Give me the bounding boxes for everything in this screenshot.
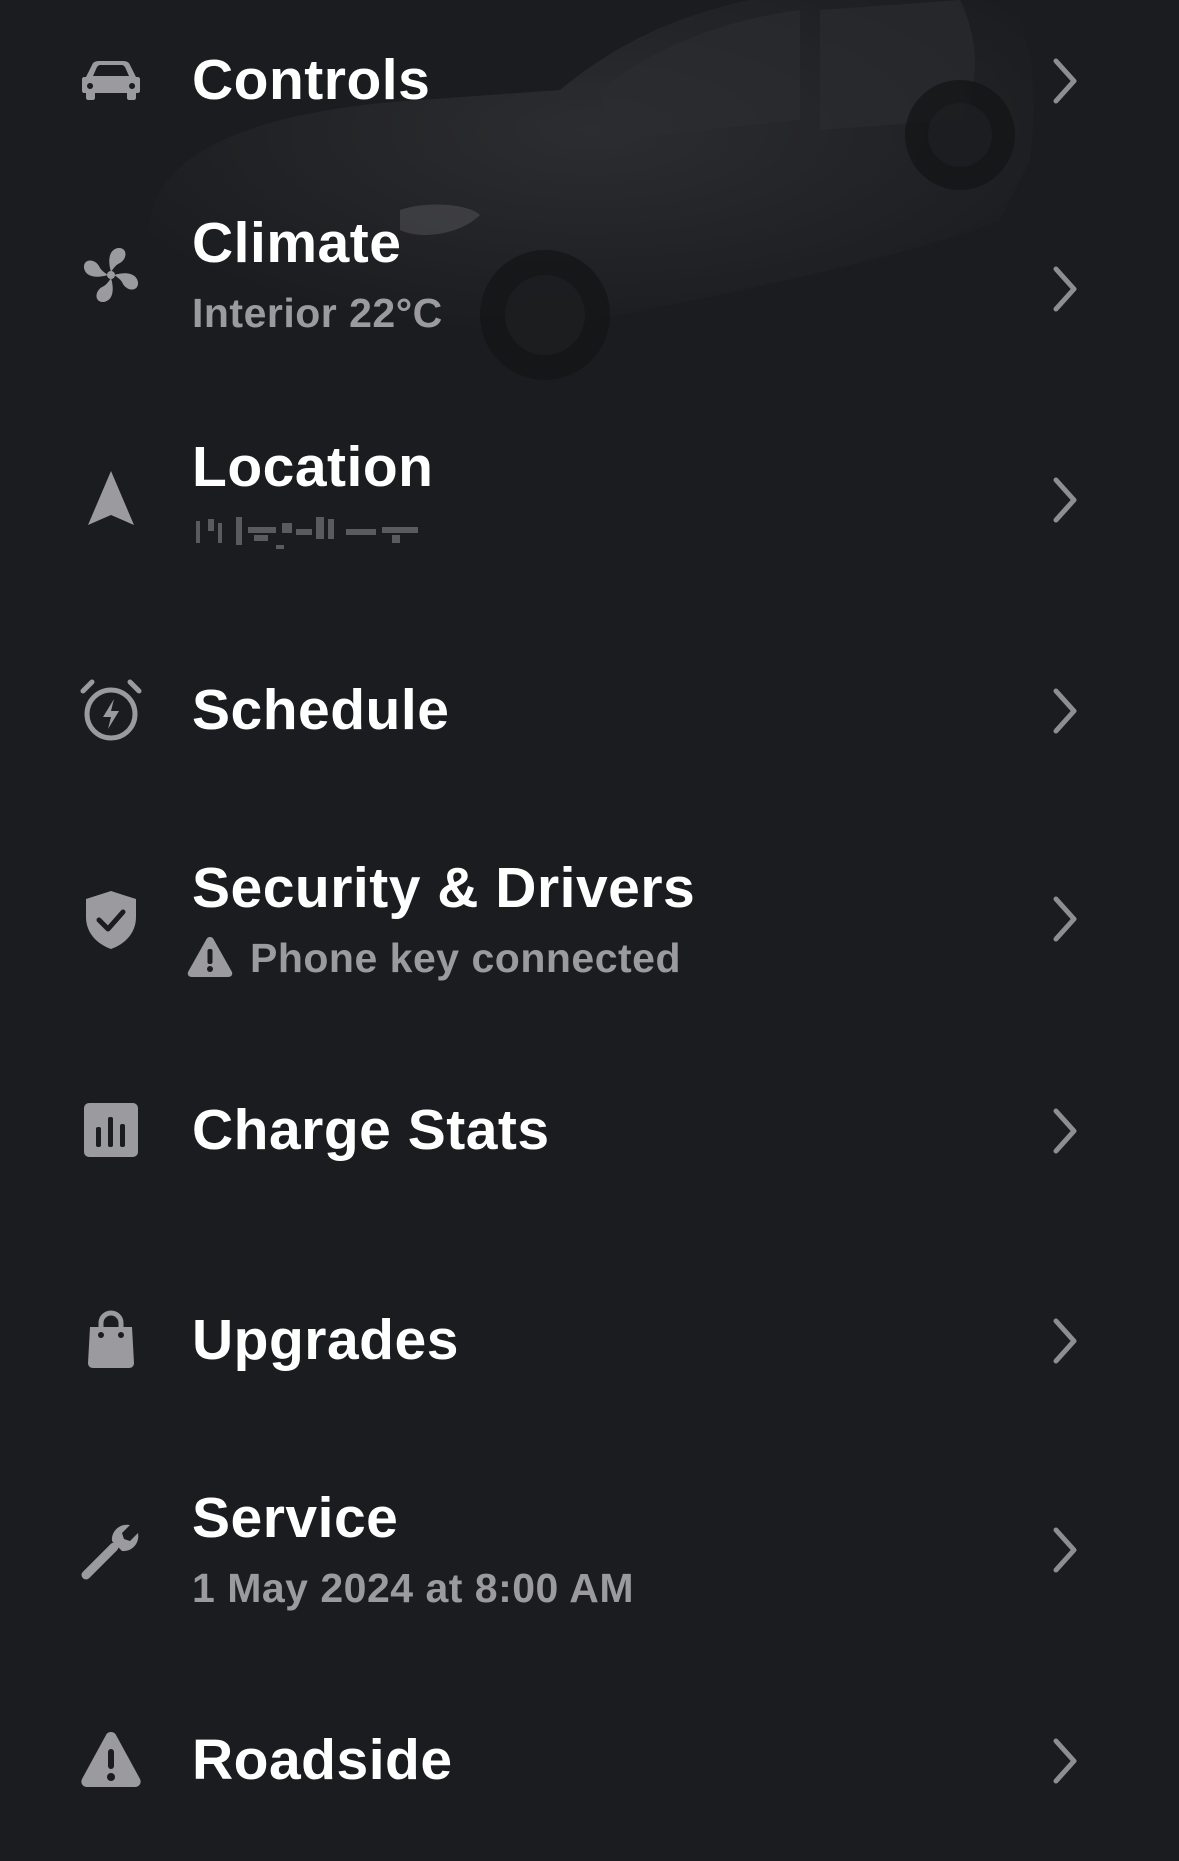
vehicle-menu-screen: Controls Climate Interior 22°C Location … <box>0 0 1179 1861</box>
alarm-clock-bolt-icon <box>78 677 144 743</box>
chevron-right-icon <box>1046 264 1086 314</box>
bar-chart-icon <box>78 1097 144 1163</box>
menu-item-upgrades[interactable]: Upgrades <box>0 1300 1179 1380</box>
location-title: Location <box>192 435 434 499</box>
chevron-right-icon <box>1046 1525 1086 1575</box>
chevron-right-icon <box>1046 686 1086 736</box>
shield-check-icon <box>78 887 144 953</box>
roadside-title: Roadside <box>192 1728 453 1792</box>
service-subtitle: 1 May 2024 at 8:00 AM <box>192 1565 634 1611</box>
climate-title: Climate <box>192 211 402 275</box>
menu-item-schedule[interactable]: Schedule <box>0 670 1179 750</box>
navigation-arrow-icon <box>78 467 144 533</box>
chevron-right-icon <box>1046 1316 1086 1366</box>
car-icon <box>78 47 144 113</box>
warning-icon <box>187 937 233 977</box>
fan-icon <box>78 242 144 308</box>
menu-item-roadside[interactable]: Roadside <box>0 1720 1179 1800</box>
menu-item-security-drivers[interactable]: Security & Drivers Phone key connected <box>0 850 1179 990</box>
climate-subtitle: Interior 22°C <box>192 290 443 336</box>
controls-title: Controls <box>192 48 431 112</box>
chevron-right-icon <box>1046 894 1086 944</box>
menu-item-service[interactable]: Service 1 May 2024 at 8:00 AM <box>0 1480 1179 1620</box>
menu-item-controls[interactable]: Controls <box>0 40 1179 120</box>
chevron-right-icon <box>1046 1736 1086 1786</box>
chevron-right-icon <box>1046 475 1086 525</box>
warning-triangle-icon <box>78 1727 144 1793</box>
wrench-icon <box>78 1517 144 1583</box>
location-address-redacted <box>196 517 418 549</box>
shopping-bag-icon <box>78 1307 144 1373</box>
charge-stats-title: Charge Stats <box>192 1098 550 1162</box>
menu-item-location[interactable]: Location <box>0 430 1179 570</box>
service-title: Service <box>192 1486 399 1550</box>
menu-item-charge-stats[interactable]: Charge Stats <box>0 1090 1179 1170</box>
chevron-right-icon <box>1046 56 1086 106</box>
upgrades-title: Upgrades <box>192 1308 459 1372</box>
security-subtitle: Phone key connected <box>250 935 682 981</box>
chevron-right-icon <box>1046 1106 1086 1156</box>
schedule-title: Schedule <box>192 678 450 742</box>
security-title: Security & Drivers <box>192 856 696 920</box>
menu-item-climate[interactable]: Climate Interior 22°C <box>0 205 1179 345</box>
